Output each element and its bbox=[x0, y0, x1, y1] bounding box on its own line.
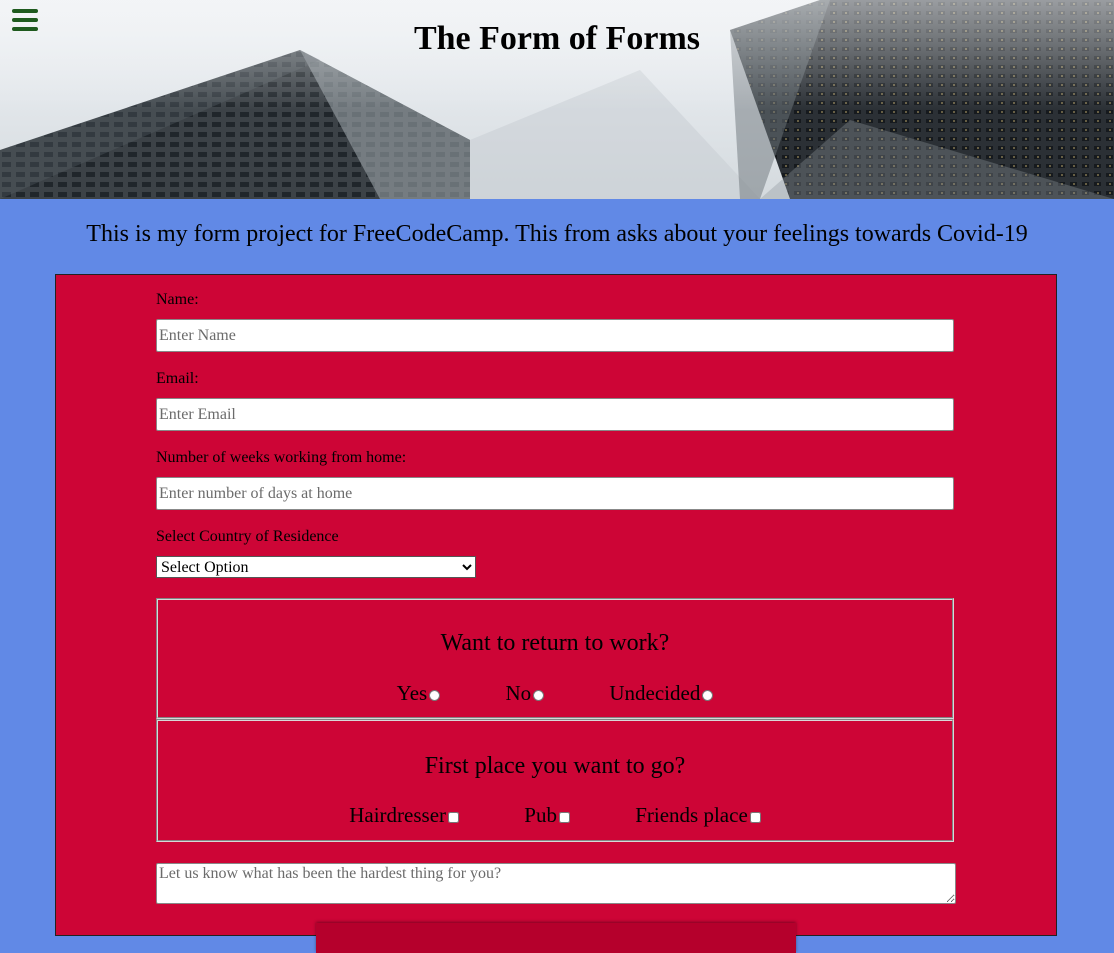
survey-form: Name: Email: Number of weeks working fro… bbox=[55, 274, 1057, 953]
checkbox-option-pub[interactable]: Pub bbox=[524, 803, 570, 828]
submit-button[interactable] bbox=[316, 923, 796, 953]
country-label: Select Country of Residence bbox=[156, 528, 339, 545]
weeks-input[interactable] bbox=[156, 477, 954, 510]
radio-option-yes[interactable]: Yes bbox=[397, 681, 441, 706]
option-label: Friends place bbox=[635, 803, 748, 827]
first-place-question: First place you want to go? bbox=[424, 753, 686, 779]
checkbox-option-friends-place[interactable]: Friends place bbox=[635, 803, 761, 828]
comments-textarea[interactable] bbox=[156, 863, 956, 904]
header-banner: The Form of Forms bbox=[0, 0, 1114, 199]
radio-option-no[interactable]: No bbox=[505, 681, 545, 706]
option-label: Hairdresser bbox=[349, 803, 447, 827]
return-to-work-question: Want to return to work? bbox=[440, 630, 670, 656]
menu-bar bbox=[12, 9, 38, 13]
checkbox-option-hairdresser[interactable]: Hairdresser bbox=[349, 803, 460, 828]
radio-option-undecided[interactable]: Undecided bbox=[609, 681, 714, 706]
email-input[interactable] bbox=[156, 398, 954, 431]
return-to-work-fieldset: Want to return to work? Yes No Undecided bbox=[156, 598, 954, 719]
first-place-fieldset: First place you want to go? Hairdresser … bbox=[156, 719, 954, 842]
checkbox-friends-place[interactable] bbox=[749, 811, 761, 823]
checkbox-hairdresser[interactable] bbox=[448, 811, 460, 823]
email-label: Email: bbox=[156, 370, 199, 387]
intro-text: This is my form project for FreeCodeCamp… bbox=[86, 221, 1028, 247]
return-to-work-options: Yes No Undecided bbox=[158, 681, 952, 706]
option-label: No bbox=[505, 681, 532, 705]
weeks-label: Number of weeks working from home: bbox=[156, 449, 407, 466]
radio-yes[interactable] bbox=[429, 689, 441, 701]
name-label: Name: bbox=[156, 291, 199, 308]
name-input[interactable] bbox=[156, 319, 954, 352]
option-label: Yes bbox=[396, 681, 428, 705]
radio-no[interactable] bbox=[533, 689, 545, 701]
option-label: Pub bbox=[524, 803, 557, 827]
country-select[interactable]: Select Option bbox=[156, 556, 476, 578]
radio-undecided[interactable] bbox=[702, 689, 714, 701]
page-title: The Form of Forms bbox=[413, 20, 701, 57]
option-label: Undecided bbox=[609, 681, 701, 705]
checkbox-pub[interactable] bbox=[558, 811, 570, 823]
first-place-options: Hairdresser Pub Friends place bbox=[158, 803, 952, 828]
